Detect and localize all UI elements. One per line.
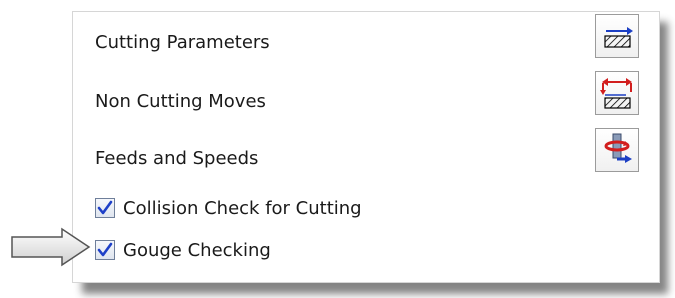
operation-settings-panel: Cutting Parameters Non Cutting Moves Fee… [72, 11, 660, 283]
feeds-speeds-button[interactable] [595, 128, 639, 172]
non-cutting-moves-icon [600, 78, 632, 109]
cutting-parameters-icon [604, 27, 633, 48]
collision-check-label: Collision Check for Cutting [123, 197, 362, 219]
checkmark-icon [97, 242, 113, 257]
non-cutting-moves-label: Non Cutting Moves [95, 91, 266, 112]
non-cutting-moves-button[interactable] [595, 71, 639, 115]
collision-check-row[interactable]: Collision Check for Cutting [95, 196, 362, 220]
checkmark-icon [97, 200, 113, 215]
gouge-checking-row[interactable]: Gouge Checking [95, 238, 271, 262]
gouge-checking-label: Gouge Checking [123, 239, 271, 261]
cutting-parameters-label: Cutting Parameters [95, 32, 270, 53]
pointer-arrow-icon [11, 227, 91, 267]
feeds-speeds-label: Feeds and Speeds [95, 148, 259, 169]
collision-check-checkbox[interactable] [95, 198, 115, 218]
gouge-checking-checkbox[interactable] [95, 240, 115, 260]
stage: Cutting Parameters Non Cutting Moves Fee… [0, 0, 675, 298]
cutting-parameters-button[interactable] [595, 14, 639, 58]
feeds-speeds-icon [604, 133, 632, 163]
